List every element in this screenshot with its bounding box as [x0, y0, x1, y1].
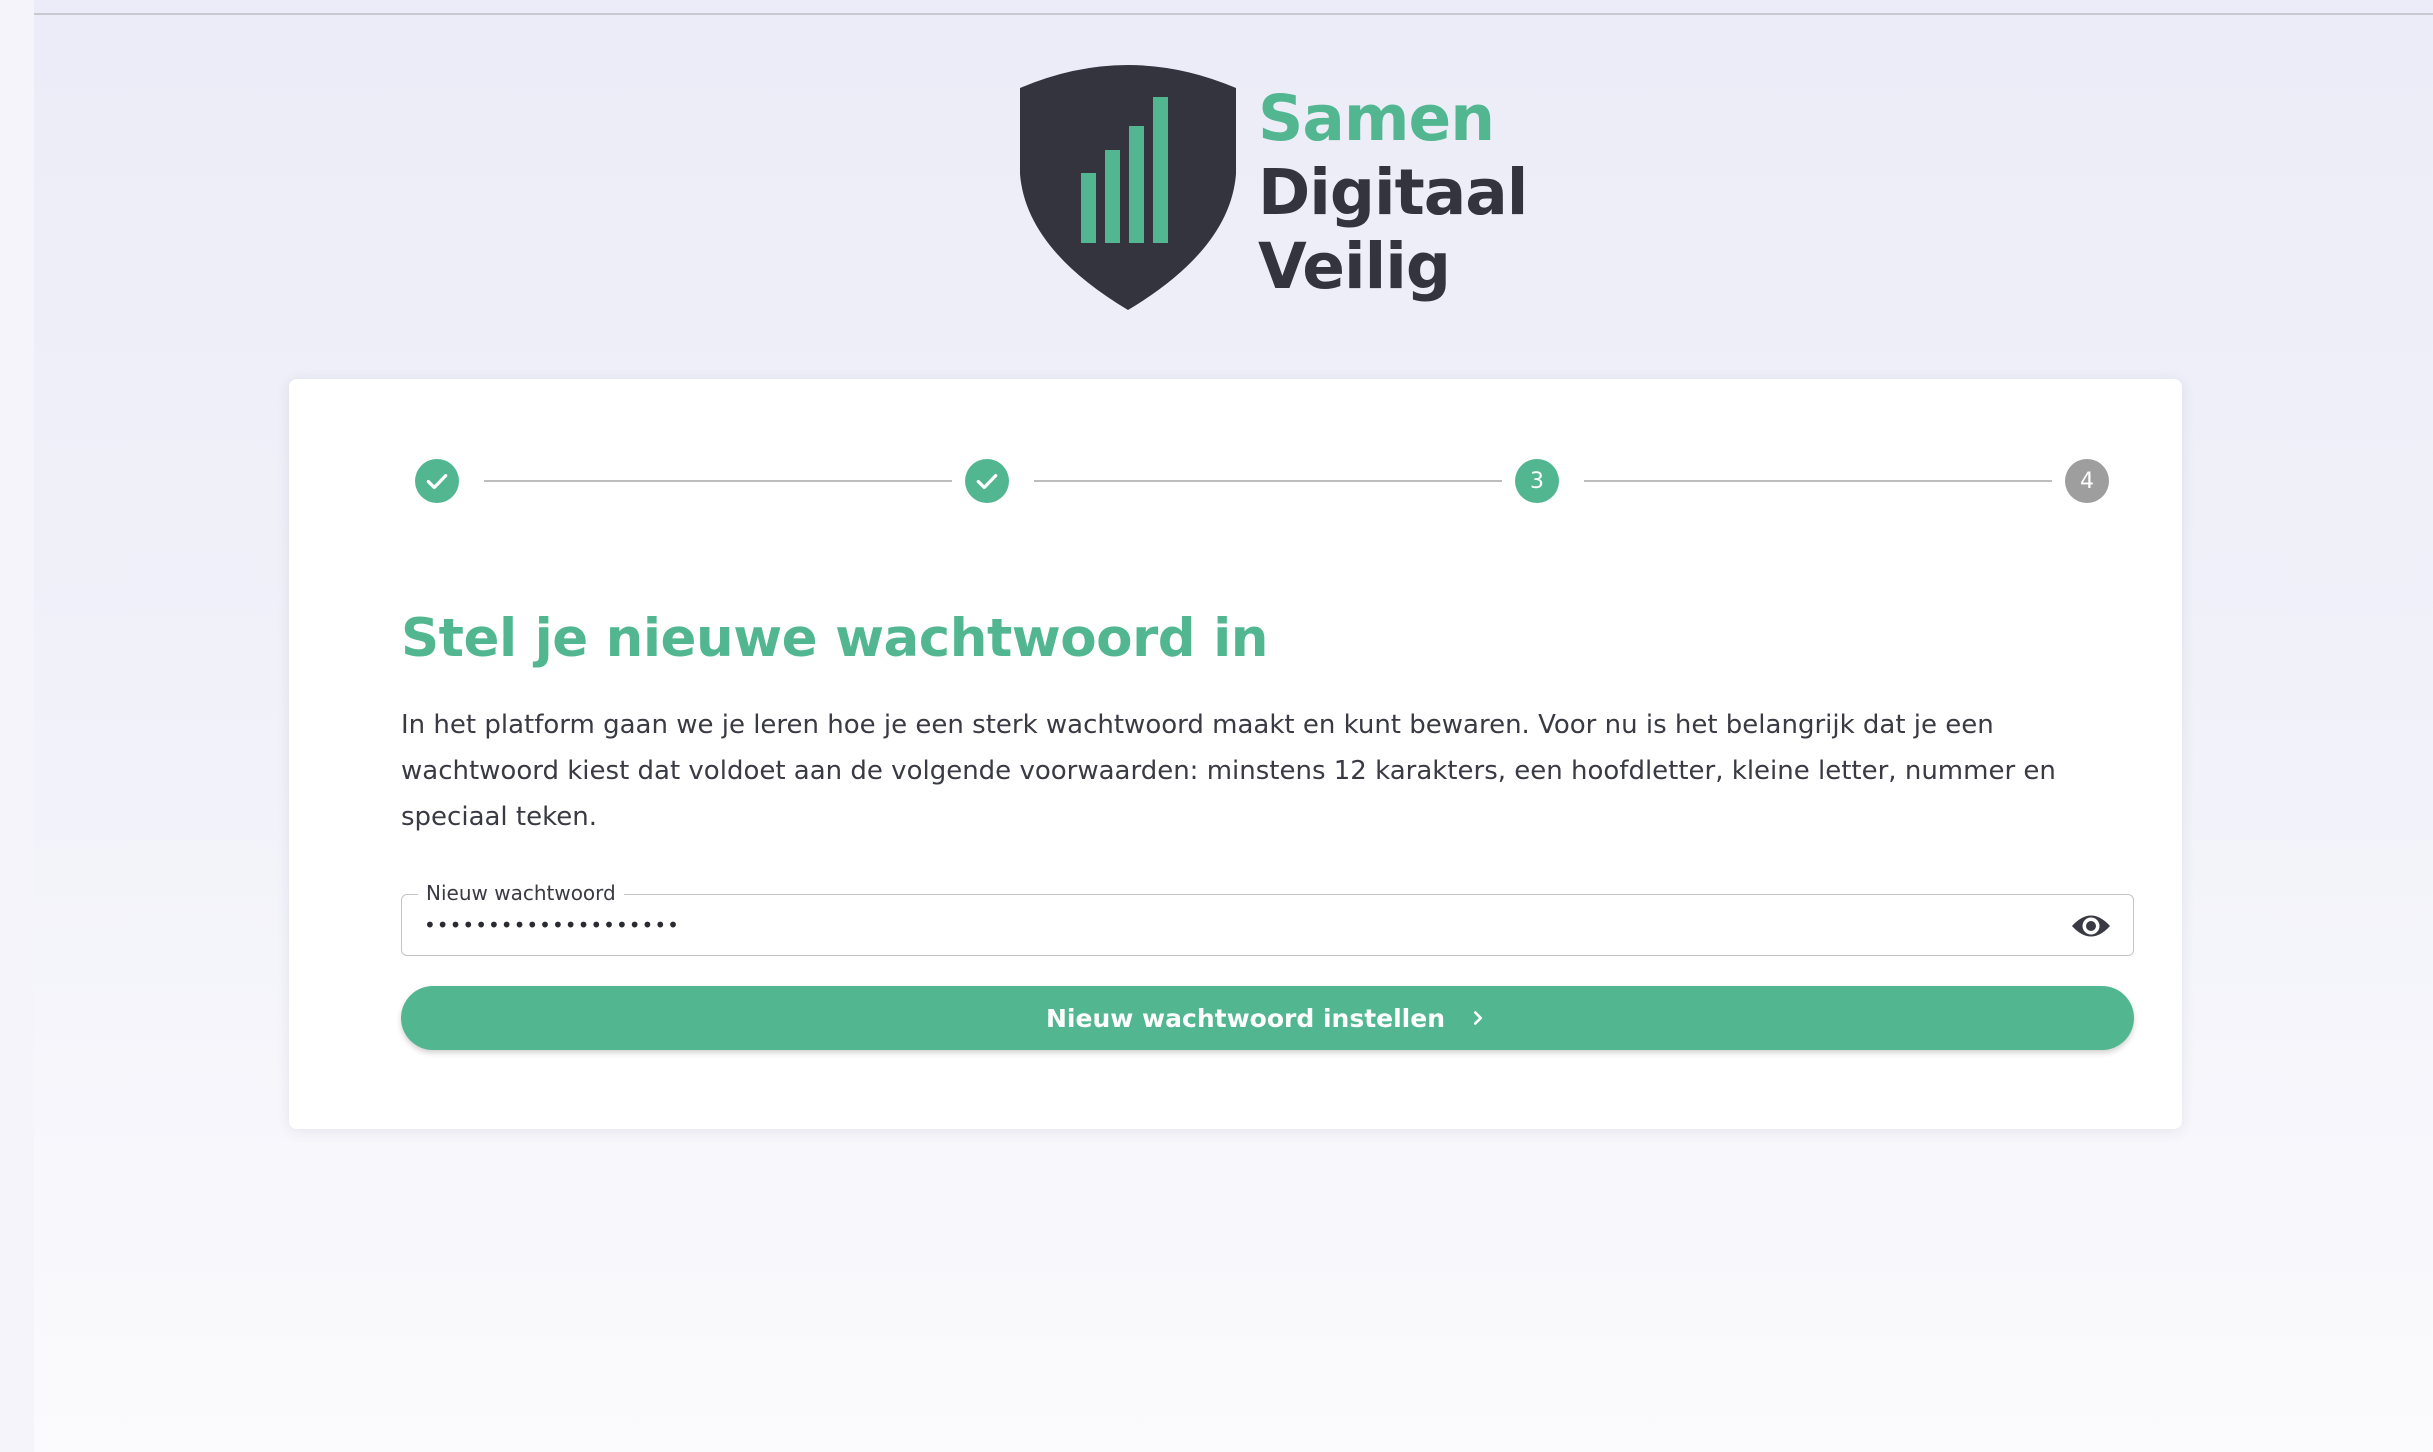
step-connector: [1034, 480, 1502, 482]
new-password-label: Nieuw wachtwoord: [418, 880, 624, 906]
password-card: 3 4 Stel je nieuwe wachtwoord in In het …: [289, 379, 2182, 1129]
shield-bars-icon: [1020, 65, 1236, 310]
eye-icon: [2072, 915, 2110, 937]
check-icon: [976, 473, 998, 490]
logo-line-digitaal: Digitaal: [1258, 156, 1528, 229]
new-password-field: Nieuw wachtwoord: [401, 880, 2134, 956]
new-password-input[interactable]: [424, 907, 2004, 943]
step-4-pending: 4: [2065, 459, 2109, 503]
top-divider: [34, 13, 2433, 15]
page-background: Samen Digitaal Veilig 3 4 Stel je nieuwe: [34, 0, 2433, 1452]
progress-stepper: 3 4: [414, 456, 2109, 506]
set-new-password-button-label: Nieuw wachtwoord instellen: [1046, 1003, 1445, 1033]
step-1-completed: [415, 459, 459, 503]
step-connector: [1584, 480, 2052, 482]
step-2-completed: [965, 459, 1009, 503]
logo-line-samen: Samen: [1258, 82, 1495, 155]
step-3-active: 3: [1515, 459, 1559, 503]
set-new-password-button[interactable]: Nieuw wachtwoord instellen: [401, 986, 2134, 1050]
page-title: Stel je nieuwe wachtwoord in: [401, 608, 1269, 669]
logo-line-veilig: Veilig: [1258, 230, 1451, 303]
chevron-right-icon: [1467, 1007, 1489, 1029]
logo-wordmark: Samen Digitaal Veilig: [1258, 82, 1528, 304]
password-requirements-text: In het platform gaan we je leren hoe je …: [401, 710, 2056, 832]
toggle-password-visibility-button[interactable]: [2068, 903, 2114, 949]
logo: Samen Digitaal Veilig: [1020, 64, 1528, 314]
left-edge-strip: [0, 0, 34, 1452]
check-icon: [426, 473, 448, 490]
step-connector: [484, 480, 952, 482]
